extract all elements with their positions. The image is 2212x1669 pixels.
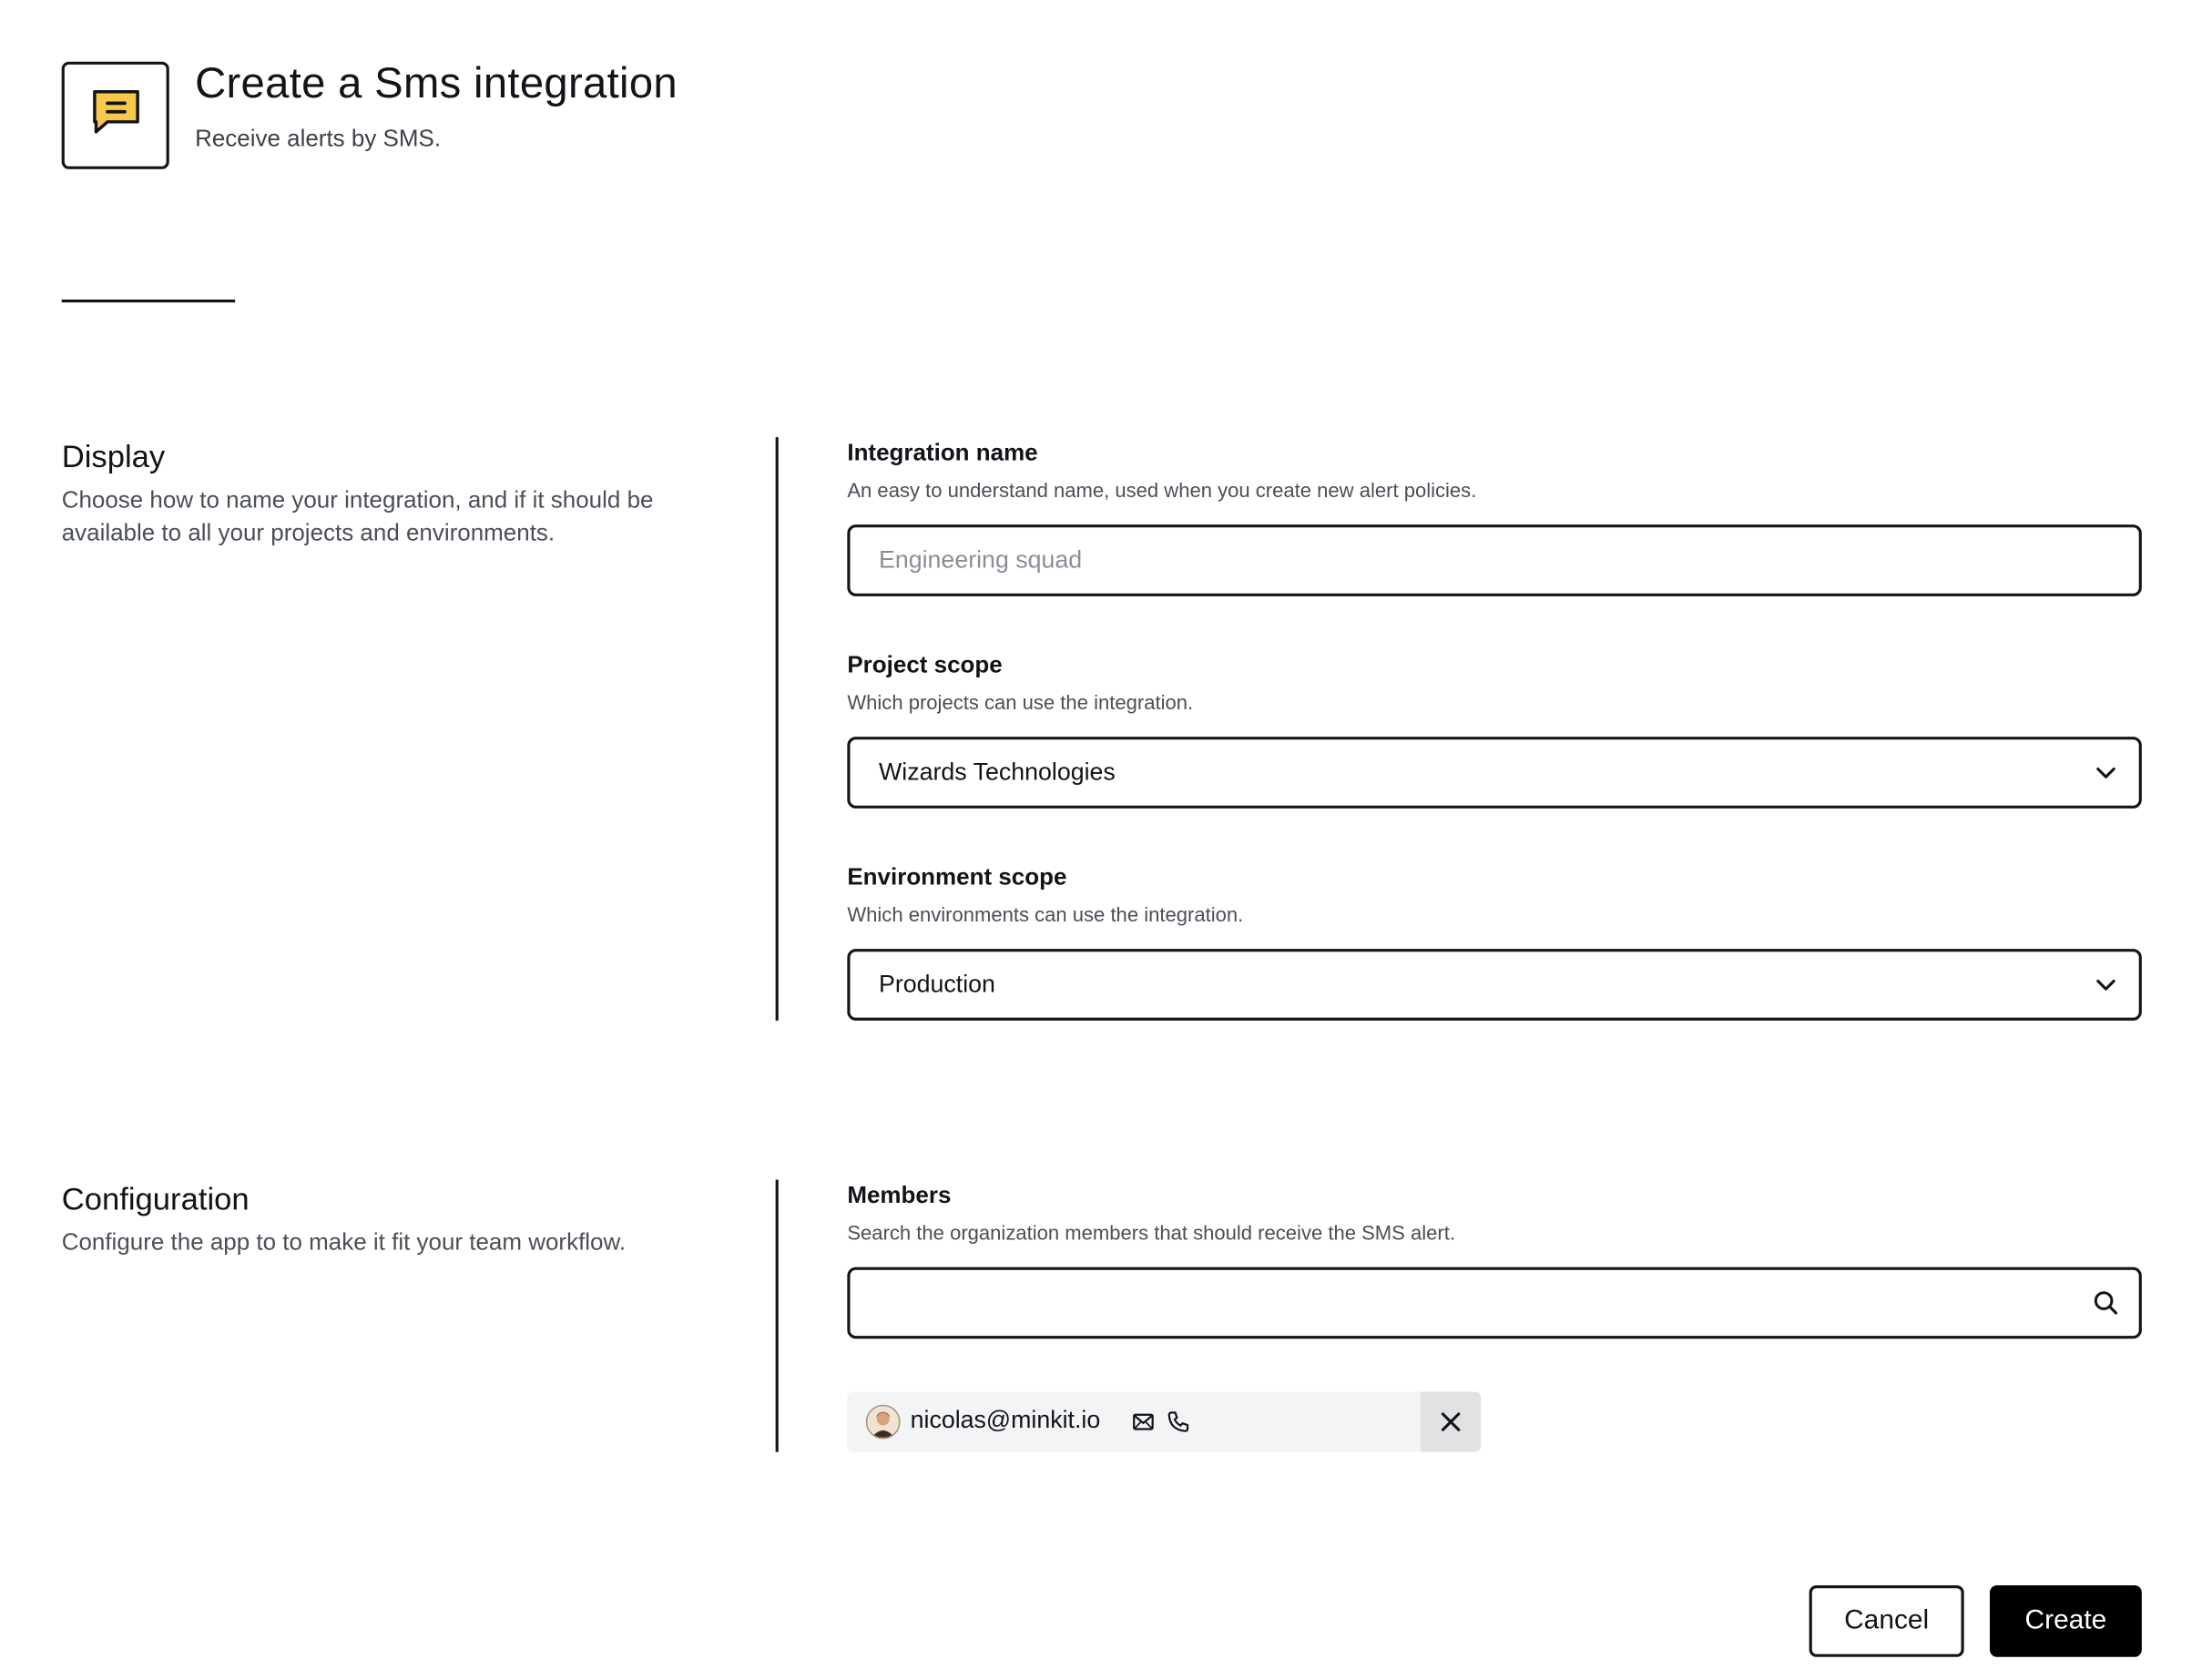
member-chip: nicolas@minkit.io — [847, 1391, 1482, 1452]
chat-message-icon — [89, 87, 141, 143]
integration-name-help: An easy to understand name, used when yo… — [847, 478, 1477, 502]
project-scope-value: Wizards Technologies — [878, 758, 1116, 786]
environment-scope-label: Environment scope — [847, 864, 1067, 890]
avatar — [865, 1404, 901, 1440]
environment-scope-select[interactable]: Production — [847, 949, 2142, 1021]
integration-icon-box — [61, 61, 169, 169]
members-search-field — [847, 1267, 2142, 1339]
display-section-divider — [775, 437, 779, 1021]
mail-icon — [1133, 1412, 1156, 1432]
members-label: Members — [847, 1182, 952, 1209]
environment-scope-value: Production — [878, 970, 995, 998]
project-scope-help: Which projects can use the integration. — [847, 690, 1194, 714]
configuration-section-title: Configuration — [61, 1181, 250, 1217]
create-button[interactable]: Create — [1989, 1585, 2142, 1657]
remove-member-button[interactable] — [1421, 1391, 1482, 1452]
integration-name-field — [847, 524, 2142, 596]
project-scope-select[interactable]: Wizards Technologies — [847, 737, 2142, 809]
configuration-section-divider — [775, 1179, 779, 1452]
project-scope-label: Project scope — [847, 652, 1003, 678]
create-sms-integration-page: Create a Sms integration Receive alerts … — [0, 0, 2212, 1668]
environment-scope-help: Which environments can use the integrati… — [847, 902, 1244, 926]
integration-name-label: Integration name — [847, 440, 1038, 466]
close-icon — [1441, 1412, 1461, 1431]
cancel-button[interactable]: Cancel — [1809, 1585, 1964, 1657]
phone-icon — [1167, 1410, 1189, 1433]
display-section-title: Display — [61, 438, 166, 475]
configuration-section-description: Configure the app to to make it fit your… — [61, 1229, 627, 1256]
tab-indicator — [61, 300, 236, 303]
chevron-down-icon — [2093, 972, 2118, 997]
members-search-input[interactable] — [850, 1269, 2139, 1337]
display-section-description: Choose how to name your integration, and… — [61, 487, 654, 546]
member-email: nicolas@minkit.io — [910, 1406, 1101, 1434]
page-subtitle: Receive alerts by SMS. — [195, 126, 442, 152]
integration-name-input[interactable] — [850, 527, 2139, 594]
members-help: Search the organization members that sho… — [847, 1221, 1455, 1245]
search-icon[interactable] — [2093, 1290, 2118, 1316]
page-title: Create a Sms integration — [195, 60, 678, 108]
chevron-down-icon — [2093, 759, 2118, 785]
